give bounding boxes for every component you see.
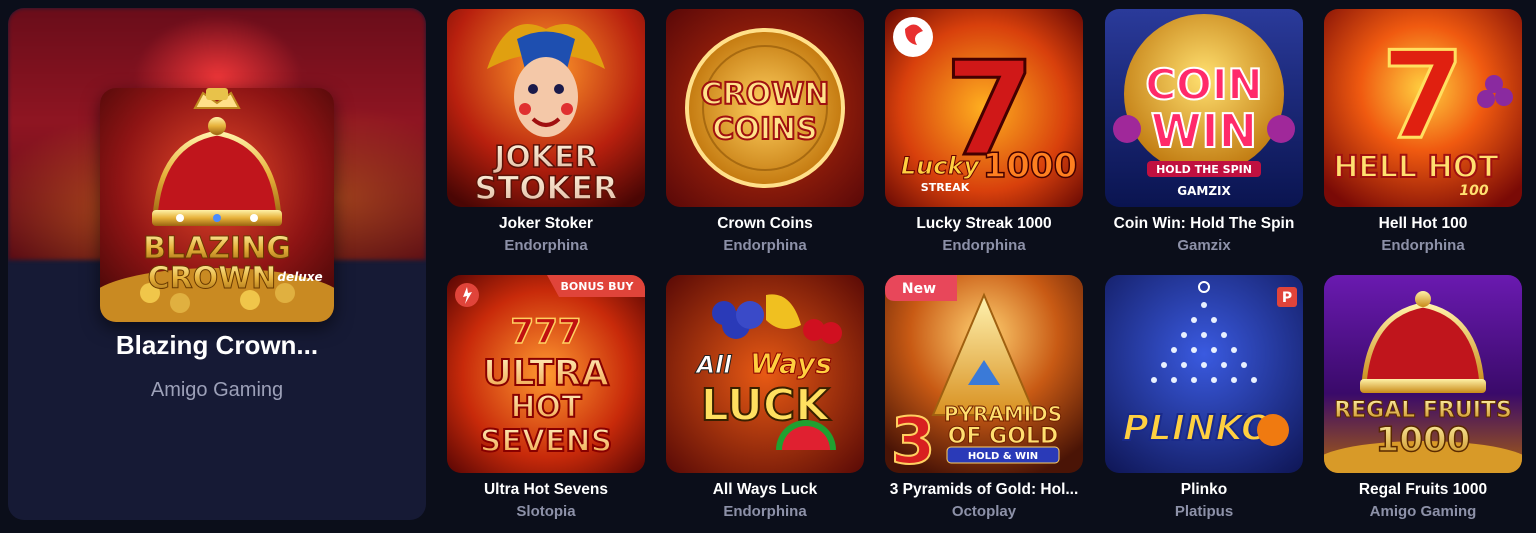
game-thumbnail[interactable]: BONUS BUY 777 ULTRA HOT SEVENS xyxy=(447,275,645,473)
game-provider: Octoplay xyxy=(951,503,1017,520)
game-provider: Endorphina xyxy=(1381,237,1465,254)
art-title-line: HELL HOT xyxy=(1333,150,1499,185)
seven-icon: 7 xyxy=(1381,27,1465,166)
game-thumbnail[interactable]: REGAL FRUITS 1000 xyxy=(1324,275,1522,473)
game-thumbnail[interactable]: 7 Lucky 1000 STREAK xyxy=(885,9,1083,207)
art-title-line: 1000 xyxy=(983,146,1078,186)
art-title-line: HOLD THE SPIN xyxy=(1156,163,1252,176)
art-title-line: OF GOLD xyxy=(948,424,1058,449)
featured-game-provider: Amigo Gaming xyxy=(150,379,284,401)
game-tile-ultra-hot-sevens[interactable]: BONUS BUY 777 ULTRA HOT SEVENS Ultra Hot… xyxy=(447,275,645,520)
svg-text:Ways: Ways xyxy=(750,347,832,380)
badge-label: P xyxy=(1282,290,1292,306)
game-provider: Gamzix xyxy=(1177,237,1231,254)
game-provider: Platipus xyxy=(1174,503,1234,520)
game-thumbnail[interactable]: COIN WIN HOLD THE SPIN GAMZIX xyxy=(1105,9,1303,207)
art-title-line: Lucky xyxy=(901,152,981,180)
game-tile-joker-stoker[interactable]: JOKER STOKER Joker Stoker Endorphina xyxy=(447,9,645,254)
art-title-line: ULTRA xyxy=(483,353,609,394)
art-title-line: COIN xyxy=(1145,60,1262,109)
art-title-line: STREAK xyxy=(921,181,970,194)
game-provider: Amigo Gaming xyxy=(1369,503,1477,520)
game-name[interactable]: All Ways Luck xyxy=(666,481,864,499)
art-title-line: 1000 xyxy=(1376,420,1471,460)
art-title-line: PYRAMIDS xyxy=(944,402,1062,426)
art-title-line: SEVENS xyxy=(480,424,613,459)
game-thumbnail[interactable]: All Ways LUCK xyxy=(666,275,864,473)
game-name[interactable]: Ultra Hot Sevens xyxy=(447,481,645,499)
game-tile-lucky-streak-1000[interactable]: 7 Lucky 1000 STREAK Lucky Streak 1000 En… xyxy=(885,9,1083,254)
game-name[interactable]: Hell Hot 100 xyxy=(1324,215,1522,233)
badge-label: New xyxy=(902,281,936,297)
game-name[interactable]: Joker Stoker xyxy=(447,215,645,233)
game-name[interactable]: Crown Coins xyxy=(666,215,864,233)
game-tile-coin-win[interactable]: COIN WIN HOLD THE SPIN GAMZIX Coin Win: … xyxy=(1105,9,1303,254)
game-tile-3-pyramids-of-gold[interactable]: New 3 PYRAMIDS OF GOLD HOLD & WIN 3 Pyra… xyxy=(885,275,1083,520)
game-thumbnail[interactable]: P PLINKO xyxy=(1105,275,1303,473)
game-thumbnail[interactable]: JOKER STOKER xyxy=(447,9,645,207)
art-title-line: WIN xyxy=(1151,104,1257,158)
art-title-line: STOKER xyxy=(474,169,617,207)
game-provider: Endorphina xyxy=(942,237,1026,254)
game-name[interactable]: Regal Fruits 1000 xyxy=(1324,481,1522,499)
featured-art-tag: deluxe xyxy=(277,270,322,284)
art-title-line: CROWN xyxy=(701,77,830,112)
featured-game-title[interactable]: Blazing Crown... xyxy=(0,330,434,361)
art-provider-logo: GAMZIX xyxy=(1177,184,1231,198)
game-name[interactable]: 3 Pyramids of Gold: Hol... xyxy=(885,481,1083,499)
ball-icon xyxy=(1257,414,1289,446)
badge-label: BONUS BUY xyxy=(561,280,635,293)
art-title-line: HOT xyxy=(510,390,582,425)
featured-game-thumbnail[interactable]: BLAZING CROWN deluxe xyxy=(100,88,334,322)
game-provider: Endorphina xyxy=(723,237,807,254)
art-title-line: HOLD & WIN xyxy=(968,451,1038,462)
game-tile-hell-hot-100[interactable]: 7 HELL HOT 100 Hell Hot 100 Endorphina xyxy=(1324,9,1522,254)
game-thumbnail[interactable]: New 3 PYRAMIDS OF GOLD HOLD & WIN xyxy=(885,275,1083,473)
art-title-line: COINS xyxy=(712,112,817,147)
game-tile-plinko[interactable]: P PLINKO Plinko Platipus xyxy=(1105,275,1303,520)
game-provider: Endorphina xyxy=(504,237,588,254)
game-provider: Endorphina xyxy=(723,503,807,520)
game-tile-regal-fruits-1000[interactable]: REGAL FRUITS 1000 Regal Fruits 1000 Amig… xyxy=(1324,275,1522,520)
art-title-line: 100 xyxy=(1459,183,1488,199)
game-tile-crown-coins[interactable]: CROWN COINS Crown Coins Endorphina xyxy=(666,9,864,254)
svg-text:3: 3 xyxy=(891,405,936,473)
game-name[interactable]: Lucky Streak 1000 xyxy=(885,215,1083,233)
featured-art-line2: CROWN xyxy=(148,261,277,296)
game-name[interactable]: Coin Win: Hold The Spin xyxy=(1105,215,1303,233)
game-thumbnail[interactable]: CROWN COINS xyxy=(666,9,864,207)
svg-text:777: 777 xyxy=(511,312,582,352)
game-name[interactable]: Plinko xyxy=(1105,481,1303,499)
game-tile-all-ways-luck[interactable]: All Ways LUCK All Ways Luck Endorphina xyxy=(666,275,864,520)
svg-text:All: All xyxy=(694,351,732,379)
game-provider: Slotopia xyxy=(516,503,576,520)
art-title-line: PLINKO xyxy=(1122,408,1271,449)
game-thumbnail[interactable]: 7 HELL HOT 100 xyxy=(1324,9,1522,207)
